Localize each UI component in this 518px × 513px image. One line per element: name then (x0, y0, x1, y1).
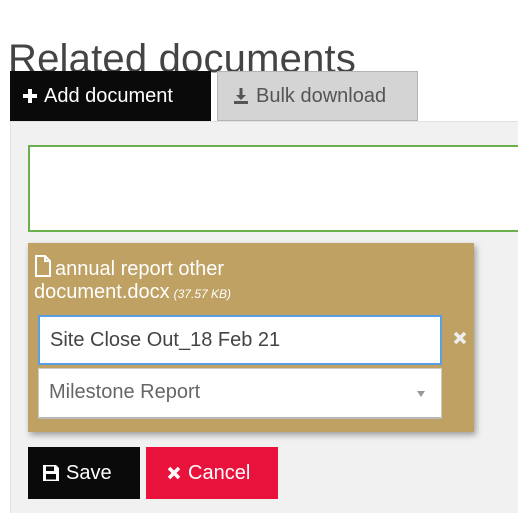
document-file-info: annual report other document.docx (37.57 … (34, 255, 334, 306)
bulk-download-button[interactable]: Bulk download (217, 71, 418, 121)
save-label: Save (66, 461, 112, 484)
document-card: annual report other document.docx (37.57 … (28, 243, 474, 432)
upload-dropzone[interactable] (28, 145, 518, 232)
document-type-select[interactable]: Milestone Report (38, 368, 442, 419)
download-icon (234, 88, 248, 104)
file-icon (35, 255, 51, 277)
save-button[interactable]: Save (28, 447, 140, 499)
cancel-label: Cancel (188, 461, 251, 484)
cancel-button[interactable]: Cancel (146, 447, 278, 499)
plus-icon (23, 89, 37, 103)
chevron-down-icon (417, 391, 425, 397)
close-icon[interactable] (451, 329, 469, 347)
floppy-icon (43, 465, 59, 481)
document-type-value: Milestone Report (49, 381, 201, 403)
toolbar: Add document Bulk download (10, 71, 418, 121)
form-actions: Save Cancel (28, 447, 278, 499)
add-document-button[interactable]: Add document (10, 71, 211, 121)
x-icon (167, 466, 181, 480)
document-name-input[interactable] (38, 315, 442, 365)
document-file-size: (37.57 KB) (173, 287, 232, 301)
add-document-label: Add document (44, 84, 173, 107)
bulk-download-label: Bulk download (256, 84, 387, 107)
